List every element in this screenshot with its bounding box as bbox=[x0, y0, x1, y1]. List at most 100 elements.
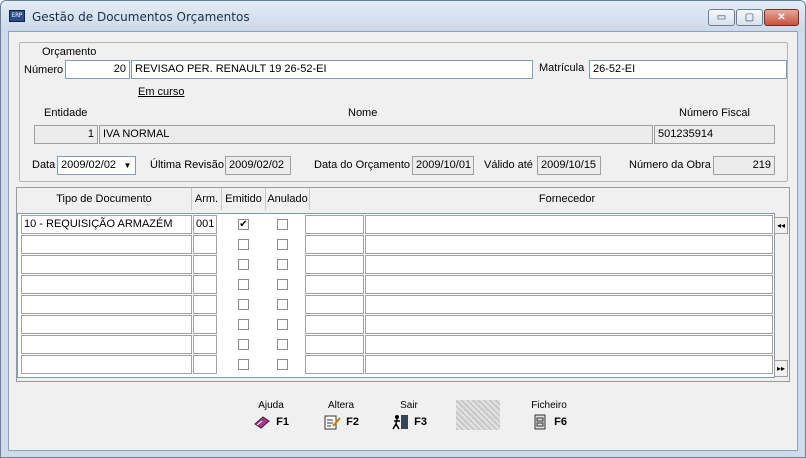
ultima-revisao-field[interactable]: 2009/02/02 bbox=[225, 156, 291, 175]
arm-cell[interactable] bbox=[193, 255, 217, 274]
documents-grid: Tipo de Documento Arm. Emitido Anulado F… bbox=[16, 187, 790, 382]
close-button[interactable]: ✕ bbox=[764, 9, 799, 26]
tipo-cell[interactable]: 10 - REQUISIÇÃO ARMAZÉM bbox=[21, 215, 192, 234]
table-row[interactable] bbox=[18, 354, 774, 374]
scroll-down-button[interactable]: ▸▸ bbox=[774, 360, 788, 377]
arm-cell[interactable]: 001 bbox=[193, 215, 217, 234]
estado-link[interactable]: Em curso bbox=[138, 86, 184, 98]
anulado-checkbox[interactable] bbox=[277, 299, 288, 310]
tipo-cell[interactable] bbox=[21, 315, 192, 334]
col-header-fornecedor[interactable]: Fornecedor bbox=[310, 188, 789, 210]
tipo-cell[interactable] bbox=[21, 235, 192, 254]
descricao-field[interactable]: REVISAO PER. RENAULT 19 26-52-EI bbox=[131, 60, 533, 79]
sair-label: Sair bbox=[400, 400, 418, 411]
anulado-checkbox[interactable] bbox=[277, 239, 288, 250]
fornecedor-name-cell[interactable] bbox=[365, 335, 773, 354]
fornecedor-code-cell[interactable] bbox=[305, 215, 364, 234]
col-header-tipo[interactable]: Tipo de Documento bbox=[17, 188, 192, 210]
anulado-checkbox[interactable] bbox=[277, 359, 288, 370]
arm-cell[interactable] bbox=[193, 335, 217, 354]
arm-cell[interactable] bbox=[193, 315, 217, 334]
table-row[interactable] bbox=[18, 294, 774, 314]
scroll-up-button[interactable]: ◂◂ bbox=[774, 217, 788, 234]
data-dropdown[interactable]: 2009/02/02 ▼ bbox=[57, 156, 136, 175]
nif-field[interactable]: 501235914 bbox=[654, 125, 775, 144]
fornecedor-name-cell[interactable] bbox=[365, 315, 773, 334]
cabinet-icon bbox=[531, 414, 549, 430]
tipo-cell[interactable] bbox=[21, 275, 192, 294]
fornecedor-code-cell[interactable] bbox=[305, 235, 364, 254]
emitido-checkbox[interactable] bbox=[238, 259, 249, 270]
emitido-checkbox[interactable] bbox=[238, 339, 249, 350]
fornecedor-code-cell[interactable] bbox=[305, 355, 364, 374]
anulado-checkbox[interactable] bbox=[277, 279, 288, 290]
altera-f2-button[interactable]: Altera F2 bbox=[311, 400, 371, 440]
tipo-cell[interactable] bbox=[21, 355, 192, 374]
tipo-cell[interactable] bbox=[21, 335, 192, 354]
numero-obra-field[interactable]: 219 bbox=[713, 156, 775, 175]
matricula-label: Matrícula bbox=[539, 62, 585, 74]
ficheiro-f6-button[interactable]: Ficheiro F6 bbox=[519, 400, 579, 440]
anulado-checkbox[interactable] bbox=[277, 219, 288, 230]
minimize-button[interactable]: ▭ bbox=[708, 9, 735, 26]
data-orcamento-field[interactable]: 2009/10/01 bbox=[412, 156, 474, 175]
fornecedor-name-cell[interactable] bbox=[365, 295, 773, 314]
fornecedor-name-cell[interactable] bbox=[365, 275, 773, 294]
app-icon[interactable]: ERP bbox=[9, 10, 25, 22]
arm-cell[interactable] bbox=[193, 355, 217, 374]
arm-cell[interactable] bbox=[193, 235, 217, 254]
altera-key: F2 bbox=[346, 415, 359, 428]
fornecedor-name-cell[interactable] bbox=[365, 235, 773, 254]
entidade-field[interactable]: 1 bbox=[34, 125, 98, 144]
chevron-down-icon[interactable]: ▼ bbox=[120, 157, 135, 174]
table-row[interactable]: 10 - REQUISIÇÃO ARMAZÉM 001 ✔ bbox=[18, 214, 774, 234]
valido-field[interactable]: 2009/10/15 bbox=[537, 156, 601, 175]
emitido-checkbox[interactable] bbox=[238, 359, 249, 370]
col-header-arm[interactable]: Arm. bbox=[192, 188, 222, 210]
emitido-checkbox[interactable] bbox=[238, 299, 249, 310]
fornecedor-code-cell[interactable] bbox=[305, 275, 364, 294]
col-header-anulado[interactable]: Anulado bbox=[266, 188, 310, 210]
sair-f3-button[interactable]: Sair F3 bbox=[379, 400, 439, 440]
ajuda-key: F1 bbox=[276, 415, 289, 428]
anulado-checkbox[interactable] bbox=[277, 339, 288, 350]
fornecedor-code-cell[interactable] bbox=[305, 295, 364, 314]
fornecedor-code-cell[interactable] bbox=[305, 335, 364, 354]
data-orcamento-label: Data do Orçamento bbox=[314, 159, 410, 171]
sair-key: F3 bbox=[414, 415, 427, 428]
fornecedor-code-cell[interactable] bbox=[305, 255, 364, 274]
data-label: Data bbox=[32, 159, 56, 171]
valido-label: Válido até bbox=[484, 159, 533, 171]
emitido-checkbox[interactable] bbox=[238, 319, 249, 330]
ajuda-f1-button[interactable]: Ajuda F1 bbox=[241, 400, 301, 440]
numero-field[interactable]: 20 bbox=[65, 60, 130, 79]
emitido-checkbox[interactable] bbox=[238, 279, 249, 290]
arm-cell[interactable] bbox=[193, 295, 217, 314]
ficheiro-key: F6 bbox=[554, 415, 567, 428]
title-bar[interactable]: ERP Gestão de Documentos Orçamentos ▭ ▢ … bbox=[1, 1, 805, 31]
nome-field[interactable]: IVA NORMAL bbox=[99, 125, 653, 144]
client-area: Orçamento Número 20 REVISAO PER. RENAULT… bbox=[8, 31, 798, 451]
nif-header: Número Fiscal bbox=[679, 107, 750, 119]
table-row[interactable] bbox=[18, 314, 774, 334]
anulado-checkbox[interactable] bbox=[277, 319, 288, 330]
emitido-checkbox[interactable] bbox=[238, 239, 249, 250]
table-row[interactable] bbox=[18, 254, 774, 274]
edit-icon bbox=[323, 414, 341, 430]
fornecedor-name-cell[interactable] bbox=[365, 255, 773, 274]
maximize-button[interactable]: ▢ bbox=[736, 9, 763, 26]
fornecedor-name-cell[interactable] bbox=[365, 215, 773, 234]
table-row[interactable] bbox=[18, 234, 774, 254]
emitido-checkbox[interactable]: ✔ bbox=[238, 219, 249, 230]
fornecedor-code-cell[interactable] bbox=[305, 315, 364, 334]
tipo-cell[interactable] bbox=[21, 295, 192, 314]
tipo-cell[interactable] bbox=[21, 255, 192, 274]
fornecedor-name-cell[interactable] bbox=[365, 355, 773, 374]
col-header-emitido[interactable]: Emitido bbox=[222, 188, 266, 210]
numero-obra-label: Número da Obra bbox=[629, 159, 711, 171]
table-row[interactable] bbox=[18, 274, 774, 294]
arm-cell[interactable] bbox=[193, 275, 217, 294]
anulado-checkbox[interactable] bbox=[277, 259, 288, 270]
table-row[interactable] bbox=[18, 334, 774, 354]
matricula-field[interactable]: 26-52-EI bbox=[589, 60, 787, 79]
